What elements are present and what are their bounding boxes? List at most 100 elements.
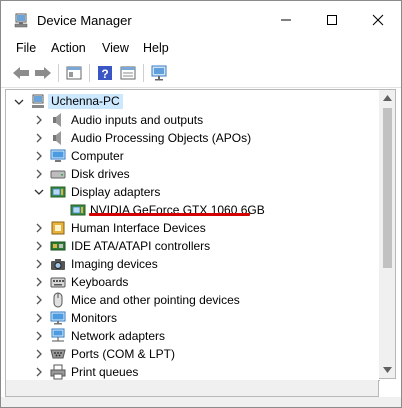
- tree-item-disk-drives[interactable]: Disk drives: [6, 165, 376, 183]
- toolbar-separator: [58, 64, 59, 82]
- scroll-down-arrow-icon[interactable]: [383, 367, 392, 373]
- tree-item-print-queues[interactable]: Print queues: [6, 363, 376, 380]
- chevron-right-icon[interactable]: [34, 331, 44, 341]
- tree-item-computer[interactable]: Computer: [6, 147, 376, 165]
- chevron-right-icon[interactable]: [34, 115, 44, 125]
- status-bar: [1, 397, 401, 407]
- tree-item-nvidia-gpu[interactable]: NVIDIA GeForce GTX 1060 6GB: [6, 201, 376, 219]
- chevron-right-icon[interactable]: [34, 223, 44, 233]
- printer-icon: [50, 364, 66, 380]
- tree-item-label: Network adapters: [71, 329, 166, 343]
- tree-item-label: Imaging devices: [71, 257, 158, 271]
- camera-icon: [51, 259, 65, 270]
- maximize-icon: [327, 15, 337, 25]
- mouse-icon: [53, 292, 63, 308]
- forward-arrow-icon: [35, 67, 51, 79]
- tree-item-monitors[interactable]: Monitors: [6, 309, 376, 327]
- tree-item-label: Audio inputs and outputs: [71, 113, 204, 127]
- tree-item-label: Keyboards: [71, 275, 129, 289]
- toolbar-separator: [143, 64, 144, 82]
- tree-item-mice[interactable]: Mice and other pointing devices: [6, 291, 376, 309]
- tree-item-label: Monitors: [71, 311, 118, 325]
- chevron-right-icon[interactable]: [34, 259, 44, 269]
- tree-item-label: Display adapters: [71, 185, 161, 199]
- chevron-right-icon[interactable]: [34, 241, 44, 251]
- monitor-icon: [50, 311, 66, 325]
- tree-item-label: Mice and other pointing devices: [71, 293, 240, 307]
- tree-item-label: Audio Processing Objects (APOs): [71, 131, 252, 145]
- tree-root-label: Uchenna-PC: [48, 94, 123, 109]
- chevron-right-icon[interactable]: [34, 169, 44, 179]
- maximize-button[interactable]: [309, 1, 355, 39]
- scan-hardware-changes-button[interactable]: [149, 63, 169, 83]
- speaker-icon: [53, 131, 61, 145]
- keyboard-icon: [50, 277, 66, 288]
- minimize-button[interactable]: [263, 1, 309, 39]
- highlight-underline: [89, 213, 250, 216]
- port-icon: [50, 349, 66, 359]
- chevron-down-icon[interactable]: [14, 97, 24, 107]
- chevron-right-icon[interactable]: [34, 295, 44, 305]
- tree-item-label: Ports (COM & LPT): [71, 347, 176, 361]
- tree-item-label: Computer: [71, 149, 124, 163]
- ide-controller-icon: [50, 241, 66, 251]
- show-hide-console-tree-button[interactable]: [64, 63, 84, 83]
- forward-button[interactable]: [33, 63, 53, 83]
- close-icon: [372, 14, 384, 26]
- properties-button[interactable]: [118, 63, 138, 83]
- horizontal-scrollbar[interactable]: [5, 380, 379, 397]
- menu-view[interactable]: View: [102, 41, 129, 55]
- scroll-up-arrow-icon[interactable]: [383, 95, 392, 101]
- menu-bar: File Action View Help: [1, 39, 401, 59]
- monitor-scan-icon: [151, 65, 167, 81]
- svg-text:?: ?: [101, 67, 108, 81]
- tree-item-imaging-devices[interactable]: Imaging devices: [6, 255, 376, 273]
- chevron-right-icon[interactable]: [34, 349, 44, 359]
- tree-root[interactable]: Uchenna-PC: [6, 93, 376, 111]
- tree-item-label: Human Interface Devices: [71, 221, 206, 235]
- tree-item-audio-inputs[interactable]: Audio inputs and outputs: [6, 111, 376, 129]
- tree-item-label: Disk drives: [71, 167, 130, 181]
- disk-drive-icon: [50, 170, 66, 179]
- help-button[interactable]: ?: [95, 63, 115, 83]
- chevron-right-icon[interactable]: [34, 277, 44, 287]
- chevron-down-icon[interactable]: [34, 187, 44, 197]
- computer-icon: [50, 149, 66, 162]
- close-button[interactable]: [355, 1, 401, 39]
- device-manager-icon: [14, 13, 28, 28]
- toolbar-separator: [89, 64, 90, 82]
- chevron-right-icon[interactable]: [34, 367, 44, 377]
- menu-file[interactable]: File: [16, 41, 36, 55]
- tree-item-ide-ata-atapi[interactable]: IDE ATA/ATAPI controllers: [6, 237, 376, 255]
- window-title: Device Manager: [37, 13, 132, 28]
- tree-item-keyboards[interactable]: Keyboards: [6, 273, 376, 291]
- tree-item-ports[interactable]: Ports (COM & LPT): [6, 345, 376, 363]
- minimize-icon: [281, 19, 291, 21]
- menu-action[interactable]: Action: [51, 41, 86, 55]
- device-tree: Uchenna-PC Audio inputs and outputs Audi…: [5, 89, 380, 381]
- menu-help[interactable]: Help: [143, 41, 169, 55]
- help-icon: ?: [98, 66, 112, 81]
- display-adapter-icon: [70, 204, 86, 216]
- computer-root-icon: [32, 94, 44, 108]
- hid-icon: [51, 221, 65, 235]
- tree-item-display-adapters[interactable]: Display adapters: [6, 183, 376, 201]
- toolbar: ?: [1, 59, 401, 88]
- device-manager-window: Device Manager File Action View Help ? U…: [0, 0, 402, 408]
- console-tree-icon: [66, 66, 82, 80]
- chevron-right-icon[interactable]: [34, 313, 44, 323]
- back-arrow-icon: [13, 67, 29, 79]
- back-button[interactable]: [11, 63, 31, 83]
- tree-item-network-adapters[interactable]: Network adapters: [6, 327, 376, 345]
- network-icon: [51, 328, 65, 342]
- tree-item-label: Print queues: [71, 365, 139, 379]
- tree-item-audio-processing-objects[interactable]: Audio Processing Objects (APOs): [6, 129, 376, 147]
- chevron-right-icon[interactable]: [34, 133, 44, 143]
- tree-item-human-interface-devices[interactable]: Human Interface Devices: [6, 219, 376, 237]
- vertical-scrollbar[interactable]: [379, 89, 396, 379]
- display-adapter-icon: [50, 186, 66, 198]
- tree-item-label: IDE ATA/ATAPI controllers: [71, 239, 211, 253]
- chevron-right-icon[interactable]: [34, 151, 44, 161]
- vertical-scroll-thumb[interactable]: [383, 108, 392, 268]
- title-bar[interactable]: Device Manager: [1, 1, 401, 39]
